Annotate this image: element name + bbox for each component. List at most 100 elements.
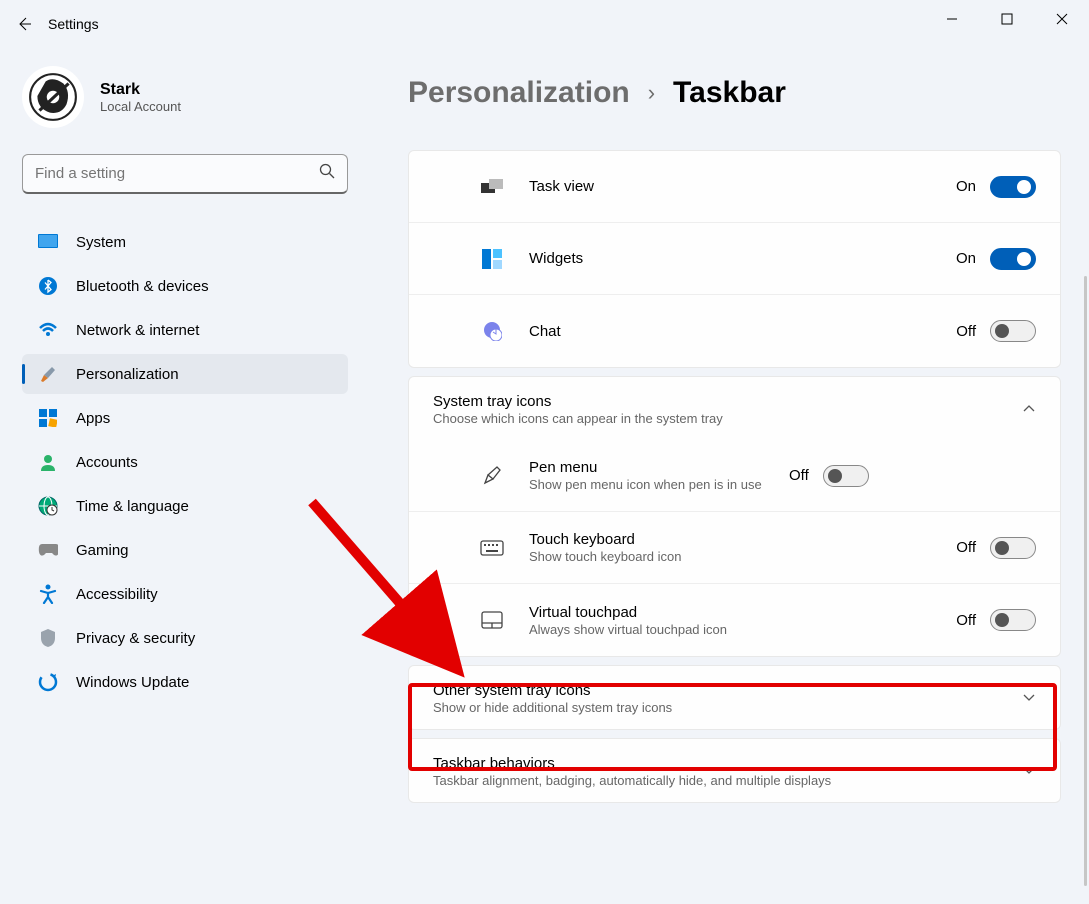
wifi-icon — [38, 320, 58, 340]
setting-subtitle: Show touch keyboard icon — [529, 549, 956, 564]
taskbar-behaviors-header[interactable]: Taskbar behaviors Taskbar alignment, bad… — [409, 739, 1060, 802]
scrollbar[interactable] — [1084, 276, 1087, 886]
setting-subtitle: Show pen menu icon when pen is in use — [529, 477, 789, 492]
accessibility-icon — [38, 584, 58, 604]
section-title: Taskbar behaviors — [433, 755, 1004, 772]
search-box[interactable] — [22, 154, 348, 194]
sidebar-item-label: System — [76, 234, 126, 251]
toggle-virtual-touchpad[interactable] — [990, 609, 1036, 631]
chevron-down-icon — [1022, 690, 1036, 708]
apps-icon — [38, 408, 58, 428]
breadcrumb: Personalization › Taskbar — [408, 76, 1061, 110]
section-title: System tray icons — [433, 393, 1004, 410]
globe-clock-icon — [38, 496, 58, 516]
taskbar-items-group: Task view On Widgets On Chat Off — [408, 150, 1061, 368]
search-input[interactable] — [35, 165, 319, 182]
toggle-state: Off — [956, 539, 976, 556]
sidebar-item-apps[interactable]: Apps — [22, 398, 348, 438]
sidebar-item-windows-update[interactable]: Windows Update — [22, 662, 348, 702]
task-view-icon — [479, 179, 505, 195]
sidebar-item-label: Accessibility — [76, 586, 158, 603]
shield-icon — [38, 628, 58, 648]
setting-title: Chat — [529, 323, 956, 340]
setting-row-touch-keyboard[interactable]: Touch keyboard Show touch keyboard icon … — [409, 512, 1060, 584]
system-tray-header[interactable]: System tray icons Choose which icons can… — [409, 377, 1060, 440]
section-subtitle: Taskbar alignment, badging, automaticall… — [433, 773, 1004, 788]
section-title: Other system tray icons — [433, 682, 1004, 699]
taskbar-behaviors-group: Taskbar behaviors Taskbar alignment, bad… — [408, 738, 1061, 803]
widgets-icon — [479, 249, 505, 269]
gamepad-icon — [38, 540, 58, 560]
sidebar-item-system[interactable]: System — [22, 222, 348, 262]
toggle-state: On — [956, 250, 976, 267]
paintbrush-icon — [38, 364, 58, 384]
sidebar-item-bluetooth[interactable]: Bluetooth & devices — [22, 266, 348, 306]
system-tray-group: System tray icons Choose which icons can… — [408, 376, 1061, 657]
toggle-widgets[interactable] — [990, 248, 1036, 270]
nav-list: System Bluetooth & devices Network & int… — [22, 222, 348, 702]
setting-title: Virtual touchpad — [529, 604, 956, 621]
sidebar-item-label: Accounts — [76, 454, 138, 471]
toggle-state: On — [956, 178, 976, 195]
toggle-touch-keyboard[interactable] — [990, 537, 1036, 559]
breadcrumb-current: Taskbar — [673, 76, 786, 110]
toggle-chat[interactable] — [990, 320, 1036, 342]
chevron-right-icon: › — [648, 80, 655, 106]
setting-row-virtual-touchpad[interactable]: Virtual touchpad Always show virtual tou… — [409, 584, 1060, 656]
toggle-state: Off — [956, 323, 976, 340]
breadcrumb-parent[interactable]: Personalization — [408, 76, 630, 110]
window-title: Settings — [48, 16, 99, 32]
sidebar-item-time-language[interactable]: Time & language — [22, 486, 348, 526]
update-icon — [38, 672, 58, 692]
close-button[interactable] — [1034, 0, 1089, 38]
sidebar-item-label: Gaming — [76, 542, 129, 559]
sidebar-item-label: Network & internet — [76, 322, 199, 339]
setting-title: Touch keyboard — [529, 531, 956, 548]
sidebar-item-network[interactable]: Network & internet — [22, 310, 348, 350]
section-subtitle: Show or hide additional system tray icon… — [433, 700, 1004, 715]
user-profile[interactable]: Stark Local Account — [22, 66, 348, 128]
keyboard-icon — [479, 540, 505, 556]
sidebar-item-label: Personalization — [76, 366, 179, 383]
setting-row-pen-menu[interactable]: Pen menu Show pen menu icon when pen is … — [409, 440, 1060, 512]
chevron-up-icon — [1022, 401, 1036, 419]
person-icon — [38, 452, 58, 472]
avatar-icon — [22, 66, 84, 128]
other-tray-header[interactable]: Other system tray icons Show or hide add… — [409, 666, 1060, 729]
toggle-task-view[interactable] — [990, 176, 1036, 198]
sidebar-item-label: Bluetooth & devices — [76, 278, 209, 295]
setting-row-widgets[interactable]: Widgets On — [409, 223, 1060, 295]
sidebar-item-accounts[interactable]: Accounts — [22, 442, 348, 482]
sidebar-item-privacy[interactable]: Privacy & security — [22, 618, 348, 658]
sidebar-item-personalization[interactable]: Personalization — [22, 354, 348, 394]
other-tray-group: Other system tray icons Show or hide add… — [408, 665, 1061, 730]
sidebar-item-label: Windows Update — [76, 674, 189, 691]
maximize-button[interactable] — [979, 0, 1034, 38]
toggle-pen-menu[interactable] — [823, 465, 869, 487]
section-subtitle: Choose which icons can appear in the sys… — [433, 411, 1004, 426]
system-icon — [38, 232, 58, 252]
chevron-down-icon — [1022, 763, 1036, 781]
pen-icon — [479, 465, 505, 487]
user-account-type: Local Account — [100, 99, 181, 114]
sidebar-item-accessibility[interactable]: Accessibility — [22, 574, 348, 614]
toggle-state: Off — [956, 612, 976, 629]
setting-title: Widgets — [529, 250, 956, 267]
toggle-state: Off — [789, 467, 809, 484]
chat-icon — [479, 321, 505, 341]
setting-subtitle: Always show virtual touchpad icon — [529, 622, 956, 637]
setting-title: Pen menu — [529, 459, 789, 476]
setting-row-task-view[interactable]: Task view On — [409, 151, 1060, 223]
back-button[interactable] — [0, 0, 48, 48]
search-icon — [319, 163, 335, 184]
sidebar-item-label: Apps — [76, 410, 110, 427]
minimize-button[interactable] — [924, 0, 979, 38]
sidebar-item-label: Privacy & security — [76, 630, 195, 647]
touchpad-icon — [479, 611, 505, 629]
setting-title: Task view — [529, 178, 956, 195]
sidebar-item-label: Time & language — [76, 498, 189, 515]
setting-row-chat[interactable]: Chat Off — [409, 295, 1060, 367]
user-name: Stark — [100, 81, 181, 99]
sidebar-item-gaming[interactable]: Gaming — [22, 530, 348, 570]
bluetooth-icon — [38, 276, 58, 296]
